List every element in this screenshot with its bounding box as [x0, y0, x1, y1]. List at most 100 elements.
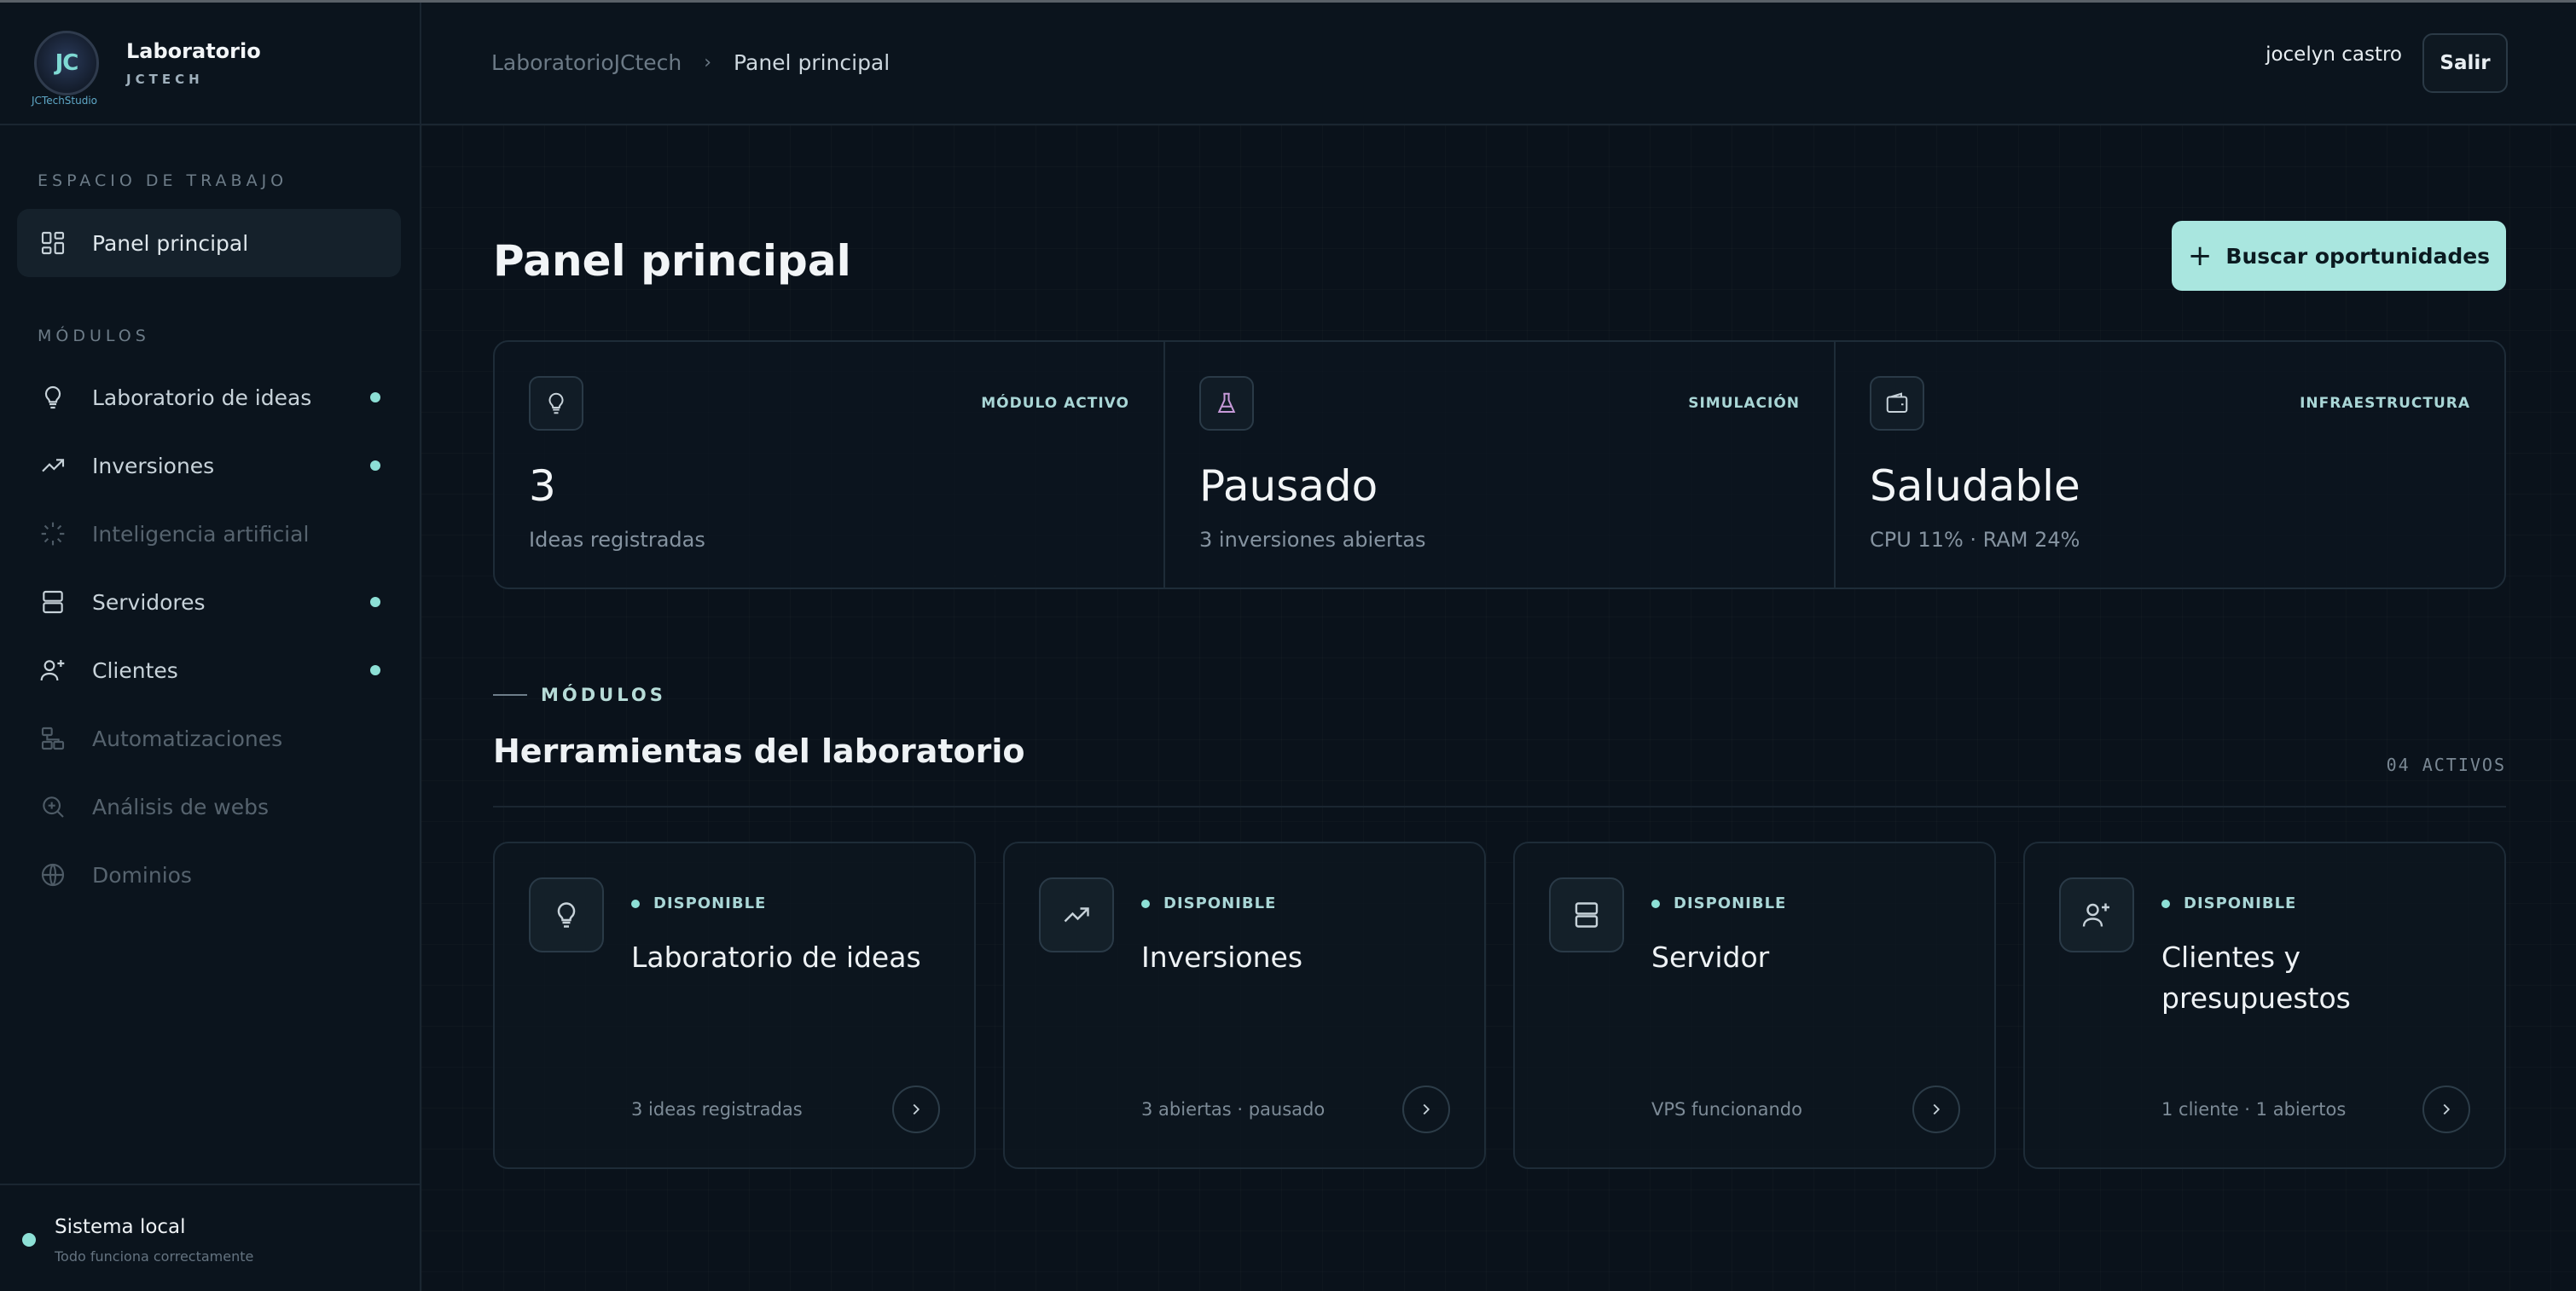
workflow-icon — [41, 727, 65, 750]
sidebar: JC JCTechStudio Laboratorio JCTECH ESPAC… — [0, 3, 421, 1291]
status-text: DISPONIBLE — [2184, 894, 2297, 912]
status-dot — [1141, 899, 1150, 908]
stat-description: CPU 11% · RAM 24% — [1870, 528, 2080, 552]
plus-icon: + — [2187, 239, 2213, 273]
sidebar-item-dominios[interactable]: Dominios — [17, 841, 401, 909]
card-footer: VPS funcionando — [1651, 1099, 1802, 1120]
user-name: jocelyn castro — [2266, 43, 2402, 66]
sidebar-item-label: Dominios — [92, 862, 192, 888]
stat-value: 3 — [529, 461, 556, 511]
modules-kicker-text: MÓDULOS — [541, 685, 666, 705]
chevron-right-icon[interactable] — [892, 1085, 940, 1133]
kicker-line — [493, 694, 527, 696]
stat-tag: SIMULACIÓN — [1688, 395, 1800, 412]
server-icon — [1549, 877, 1624, 952]
user-plus-icon — [40, 660, 65, 681]
sidebar-item-label: Laboratorio de ideas — [92, 385, 312, 410]
dashboard-icon — [41, 231, 65, 255]
status-dot — [2161, 899, 2170, 908]
system-status-title: Sistema local — [55, 1216, 186, 1238]
sidebar-item-label: Inteligencia artificial — [92, 521, 310, 547]
breadcrumb-root[interactable]: LaboratorioJCtech — [491, 50, 682, 75]
server-icon — [43, 590, 63, 614]
stat-card-simulation: SIMULACIÓN Pausado 3 inversiones abierta… — [1165, 342, 1836, 588]
sidebar-item-servidores[interactable]: Servidores — [17, 568, 401, 636]
module-card-clientes[interactable]: DISPONIBLE Clientes y presupuestos 1 cli… — [2023, 842, 2506, 1169]
brand-subtitle: JCTECH — [126, 72, 204, 87]
brand[interactable]: JC JCTechStudio Laboratorio JCTECH — [0, 3, 420, 125]
wallet-icon — [1870, 376, 1924, 431]
status-text: DISPONIBLE — [653, 894, 767, 912]
sidebar-item-label: Servidores — [92, 589, 206, 615]
active-indicator-dot — [370, 597, 380, 607]
stat-value: Pausado — [1199, 461, 1378, 511]
status-dot — [631, 899, 640, 908]
sidebar-item-automatizaciones[interactable]: Automatizaciones — [17, 704, 401, 773]
sidebar-item-clientes[interactable]: Clientes — [17, 636, 401, 704]
loader-icon — [41, 522, 65, 546]
status-badge: DISPONIBLE — [631, 894, 766, 912]
lightbulb-icon — [529, 376, 583, 431]
stat-tag: INFRAESTRUCTURA — [2300, 395, 2470, 412]
flask-icon — [1199, 376, 1254, 431]
module-card-servidor[interactable]: DISPONIBLE Servidor VPS funcionando — [1513, 842, 1996, 1169]
brand-logo-caption: JCTechStudio — [32, 95, 98, 107]
breadcrumb-current: Panel principal — [734, 50, 891, 75]
breadcrumb: LaboratorioJCtech › Panel principal — [491, 50, 890, 75]
card-title: Servidor — [1651, 941, 1770, 974]
module-card-ideas[interactable]: DISPONIBLE Laboratorio de ideas 3 ideas … — [493, 842, 976, 1169]
search-opportunities-button[interactable]: + Buscar oportunidades — [2172, 221, 2506, 291]
sidebar-item-label: Inversiones — [92, 453, 215, 478]
chevron-right-icon[interactable] — [1912, 1085, 1960, 1133]
status-dot — [1651, 899, 1660, 908]
card-title: Laboratorio de ideas — [631, 941, 921, 974]
chevron-right-icon[interactable] — [1402, 1085, 1450, 1133]
sidebar-item-label: Análisis de webs — [92, 794, 270, 819]
brand-logo: JC JCTechStudio — [32, 31, 99, 107]
stat-value: Saludable — [1870, 461, 2080, 511]
system-status: Sistema local Todo funciona correctament… — [0, 1184, 420, 1291]
page-title: Panel principal — [493, 236, 851, 286]
divider — [493, 806, 2506, 808]
sidebar-item-label: Automatizaciones — [92, 726, 283, 751]
modules-title: Herramientas del laboratorio — [493, 732, 1025, 770]
sidebar-item-label: Panel principal — [92, 230, 249, 256]
card-title: Inversiones — [1141, 941, 1303, 974]
lightbulb-icon — [529, 877, 604, 952]
search-opportunities-label: Buscar oportunidades — [2225, 243, 2491, 269]
active-indicator-dot — [370, 460, 380, 471]
status-text: DISPONIBLE — [1674, 894, 1787, 912]
stats-panel: MÓDULO ACTIVO 3 Ideas registradas SIMULA… — [493, 340, 2506, 589]
card-footer: 3 abiertas · pausado — [1141, 1099, 1326, 1120]
module-card-inversiones[interactable]: DISPONIBLE Inversiones 3 abiertas · paus… — [1003, 842, 1486, 1169]
workspace-section-label: ESPACIO DE TRABAJO — [38, 171, 288, 190]
status-badge: DISPONIBLE — [1141, 894, 1276, 912]
status-badge: DISPONIBLE — [1651, 894, 1786, 912]
sidebar-item-laboratorio-de-ideas[interactable]: Laboratorio de ideas — [17, 363, 401, 431]
status-text: DISPONIBLE — [1163, 894, 1277, 912]
trending-up-icon — [42, 459, 65, 472]
stat-tag: MÓDULO ACTIVO — [981, 395, 1129, 412]
sidebar-item-inversiones[interactable]: Inversiones — [17, 431, 401, 500]
sidebar-item-panel-principal[interactable]: Panel principal — [17, 209, 401, 277]
modules-section-label: MÓDULOS — [38, 327, 150, 345]
sidebar-item-analisis-de-webs[interactable]: Análisis de webs — [17, 773, 401, 841]
status-badge: DISPONIBLE — [2161, 894, 2296, 912]
sidebar-item-inteligencia-artificial[interactable]: Inteligencia artificial — [17, 500, 401, 568]
system-status-subtitle: Todo funciona correctamente — [55, 1248, 254, 1265]
stat-card-infrastructure: INFRAESTRUCTURA Saludable CPU 11% · RAM … — [1836, 342, 2504, 588]
modules-count: 04 ACTIVOS — [2386, 755, 2506, 775]
stat-description: 3 inversiones abiertas — [1199, 528, 1426, 552]
trending-up-icon — [1039, 877, 1114, 952]
stat-card-ideas: MÓDULO ACTIVO 3 Ideas registradas — [495, 342, 1165, 588]
sidebar-item-label: Clientes — [92, 657, 178, 683]
card-footer: 3 ideas registradas — [631, 1099, 803, 1120]
card-title: Clientes y presupuestos — [2161, 941, 2351, 1015]
zoom-in-icon — [43, 796, 64, 818]
logout-button[interactable]: Salir — [2422, 33, 2508, 93]
card-footer: 1 cliente · 1 abiertos — [2161, 1099, 2347, 1120]
lightbulb-icon — [44, 385, 61, 409]
user-plus-icon — [2059, 877, 2134, 952]
main-content: LaboratorioJCtech › Panel principal joce… — [421, 3, 2576, 1291]
chevron-right-icon[interactable] — [2422, 1085, 2470, 1133]
